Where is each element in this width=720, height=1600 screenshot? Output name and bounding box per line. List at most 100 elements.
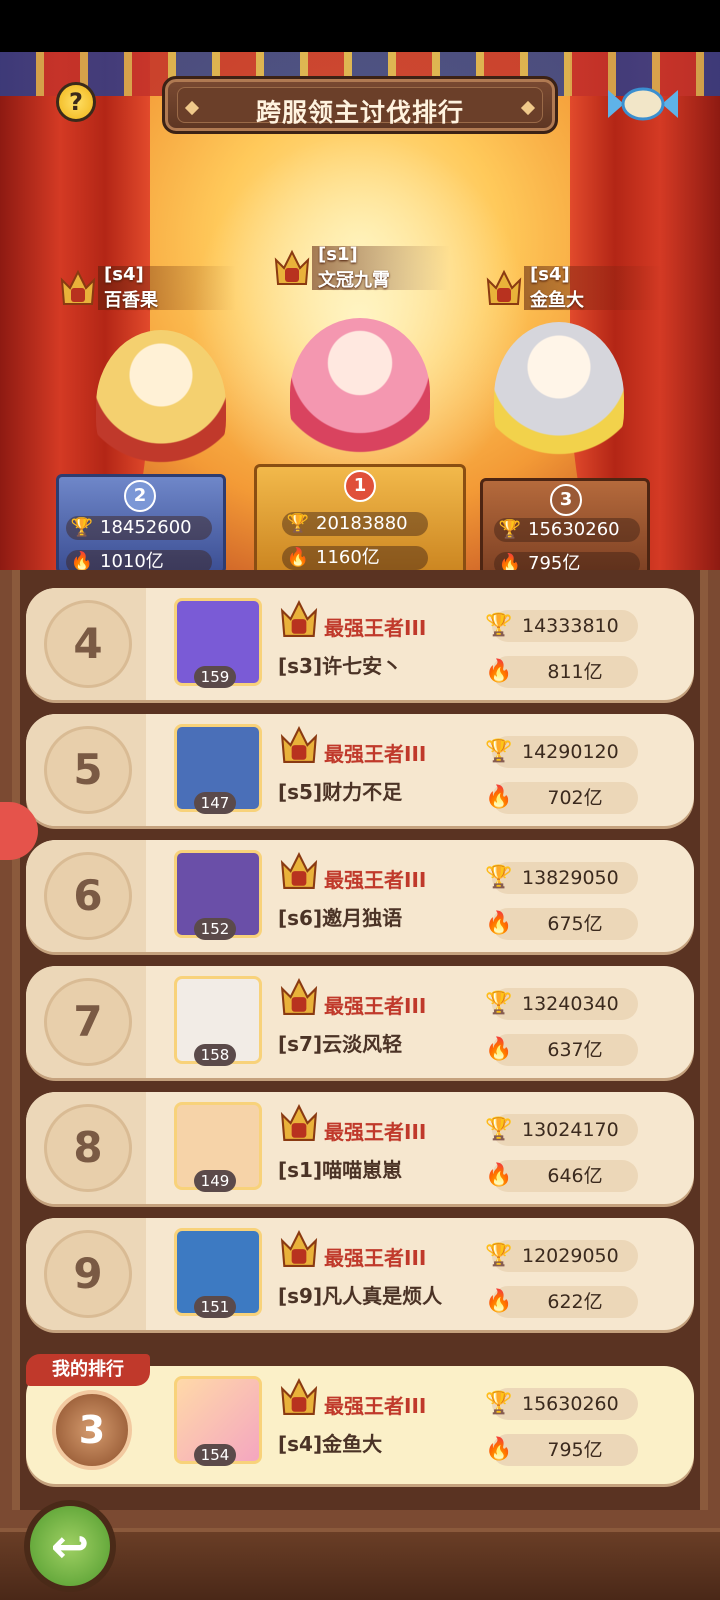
flame-icon: 🔥 [485, 1037, 513, 1062]
podium-second-medal: 2 [124, 480, 156, 512]
rank-row[interactable]: 4 159 最强王者III [s3]许七安丶 🏆 14333810 🔥 811亿 [26, 588, 694, 700]
trophy-icon: 🏆 [70, 517, 94, 538]
podium-second-character[interactable] [96, 330, 226, 480]
player-name: [s1]喵喵崽崽 [278, 1158, 403, 1182]
power-score: 🔥 675亿 [485, 908, 638, 940]
trophy-icon: 🏆 [485, 1391, 513, 1416]
podium-first-medal: 1 [344, 470, 376, 502]
back-button[interactable]: ↩ [24, 1500, 116, 1592]
status-bar [0, 0, 720, 52]
trophy-score: 🏆 15630260 [485, 1388, 638, 1420]
trophy-score: 🏆 14333810 [485, 610, 638, 642]
trophy-icon: 🏆 [485, 613, 513, 638]
crown-badge-icon [280, 1103, 318, 1141]
podium-second-name: 百香果 [104, 290, 158, 311]
level-badge: 158 [194, 1044, 236, 1066]
rank-row[interactable]: 5 147 最强王者III [s5]财力不足 🏆 14290120 🔥 702亿 [26, 714, 694, 826]
tier-label: 最强王者III [324, 1120, 427, 1144]
trophy-icon: 🏆 [485, 739, 513, 764]
tier-label: 最强王者III [324, 616, 427, 640]
crown-badge-icon [60, 269, 96, 305]
my-rank-medal: 3 [52, 1390, 132, 1470]
crown-badge-icon [280, 851, 318, 889]
title-plaque: 跨服领主讨伐排行 [162, 76, 558, 134]
rank-number: 7 [73, 997, 103, 1046]
player-name: [s3]许七安丶 [278, 654, 403, 678]
level-badge: 152 [194, 918, 236, 940]
rank-number: 5 [73, 745, 103, 794]
level-badge: 151 [194, 1296, 236, 1318]
flame-icon: 🔥 [485, 1289, 513, 1314]
podium-first-name: 文冠九霄 [318, 270, 390, 291]
rank-row[interactable]: 9 151 最强王者III [s9]凡人真是烦人 🏆 12029050 🔥 622亿 [26, 1218, 694, 1330]
trophy-score: 🏆 13829050 [485, 862, 638, 894]
podium-first-trophy: 🏆 20183880 [282, 512, 428, 536]
crown-badge-icon [280, 1229, 318, 1267]
rank-number: 9 [73, 1249, 103, 1298]
flame-icon: 🔥 [485, 1163, 513, 1188]
power-score: 🔥 622亿 [485, 1286, 638, 1318]
trophy-score: 🏆 13240340 [485, 988, 638, 1020]
player-name: [s5]财力不足 [278, 780, 403, 804]
trophy-icon: 🏆 [485, 991, 513, 1016]
tier-label: 最强王者III [324, 994, 427, 1018]
rank-number: 6 [73, 871, 103, 920]
flame-icon: 🔥 [485, 785, 513, 810]
rank-number: 4 [73, 619, 103, 668]
crown-badge-icon [280, 977, 318, 1015]
trophy-score: 🏆 12029050 [485, 1240, 638, 1272]
candy-icon [608, 87, 678, 121]
level-badge: 159 [194, 666, 236, 688]
tier-label: 最强王者III [324, 1246, 427, 1270]
power-score: 🔥 637亿 [485, 1034, 638, 1066]
back-arrow-icon: ↩ [50, 1519, 90, 1573]
page-title: 跨服领主讨伐排行 [255, 98, 464, 127]
level-badge: 149 [194, 1170, 236, 1192]
trophy-score: 🏆 13024170 [485, 1114, 638, 1146]
flame-icon: 🔥 [485, 1437, 513, 1462]
rank-row[interactable]: 6 152 最强王者III [s6]邀月独语 🏆 13829050 🔥 675亿 [26, 840, 694, 952]
question-icon: ? [69, 88, 83, 116]
crown-badge-icon [280, 1377, 318, 1415]
power-score: 🔥 702亿 [485, 782, 638, 814]
help-button[interactable]: ? [56, 82, 96, 122]
crown-badge-icon [280, 725, 318, 763]
power-score: 🔥 646亿 [485, 1160, 638, 1192]
tier-label: 最强王者III [324, 742, 427, 766]
podium-first-character[interactable] [290, 318, 430, 468]
podium-second-server: [s4] [104, 264, 144, 285]
crown-badge-icon [274, 249, 310, 285]
tier-label: 最强王者III [324, 1394, 427, 1418]
podium-third-server: [s4] [530, 264, 570, 285]
level-badge: 154 [194, 1444, 236, 1466]
power-score: 🔥 795亿 [485, 1434, 638, 1466]
flame-icon: 🔥 [286, 547, 310, 568]
podium-first-server: [s1] [318, 244, 358, 265]
level-badge: 147 [194, 792, 236, 814]
rank-row[interactable]: 7 158 最强王者III [s7]云淡风轻 🏆 13240340 🔥 637亿 [26, 966, 694, 1078]
trophy-icon: 🏆 [485, 865, 513, 890]
trophy-icon: 🏆 [485, 1243, 513, 1268]
crown-badge-icon [280, 599, 318, 637]
rank-number: 8 [73, 1123, 103, 1172]
podium-third-character[interactable] [494, 322, 624, 472]
player-name: [s7]云淡风轻 [278, 1032, 403, 1056]
player-name: [s9]凡人真是烦人 [278, 1284, 443, 1308]
flame-icon: 🔥 [485, 659, 513, 684]
trophy-score: 🏆 14290120 [485, 736, 638, 768]
podium-third-medal: 3 [550, 484, 582, 516]
player-name: [s4]金鱼大 [278, 1432, 383, 1456]
trophy-icon: 🏆 [286, 513, 310, 534]
trophy-icon: 🏆 [498, 519, 522, 540]
flame-icon: 🔥 [485, 911, 513, 936]
crown-badge-icon [486, 269, 522, 305]
rank-row[interactable]: 8 149 最强王者III [s1]喵喵崽崽 🏆 13024170 🔥 646亿 [26, 1092, 694, 1204]
podium-third-trophy: 🏆 15630260 [494, 518, 640, 542]
player-name: [s6]邀月独语 [278, 906, 403, 930]
trophy-icon: 🏆 [485, 1117, 513, 1142]
podium-second-trophy: 🏆 18452600 [66, 516, 212, 540]
podium-first-power: 🔥 1160亿 [282, 546, 428, 570]
power-score: 🔥 811亿 [485, 656, 638, 688]
my-rank-label: 我的排行 [26, 1354, 150, 1386]
podium-third-name: 金鱼大 [530, 290, 584, 311]
